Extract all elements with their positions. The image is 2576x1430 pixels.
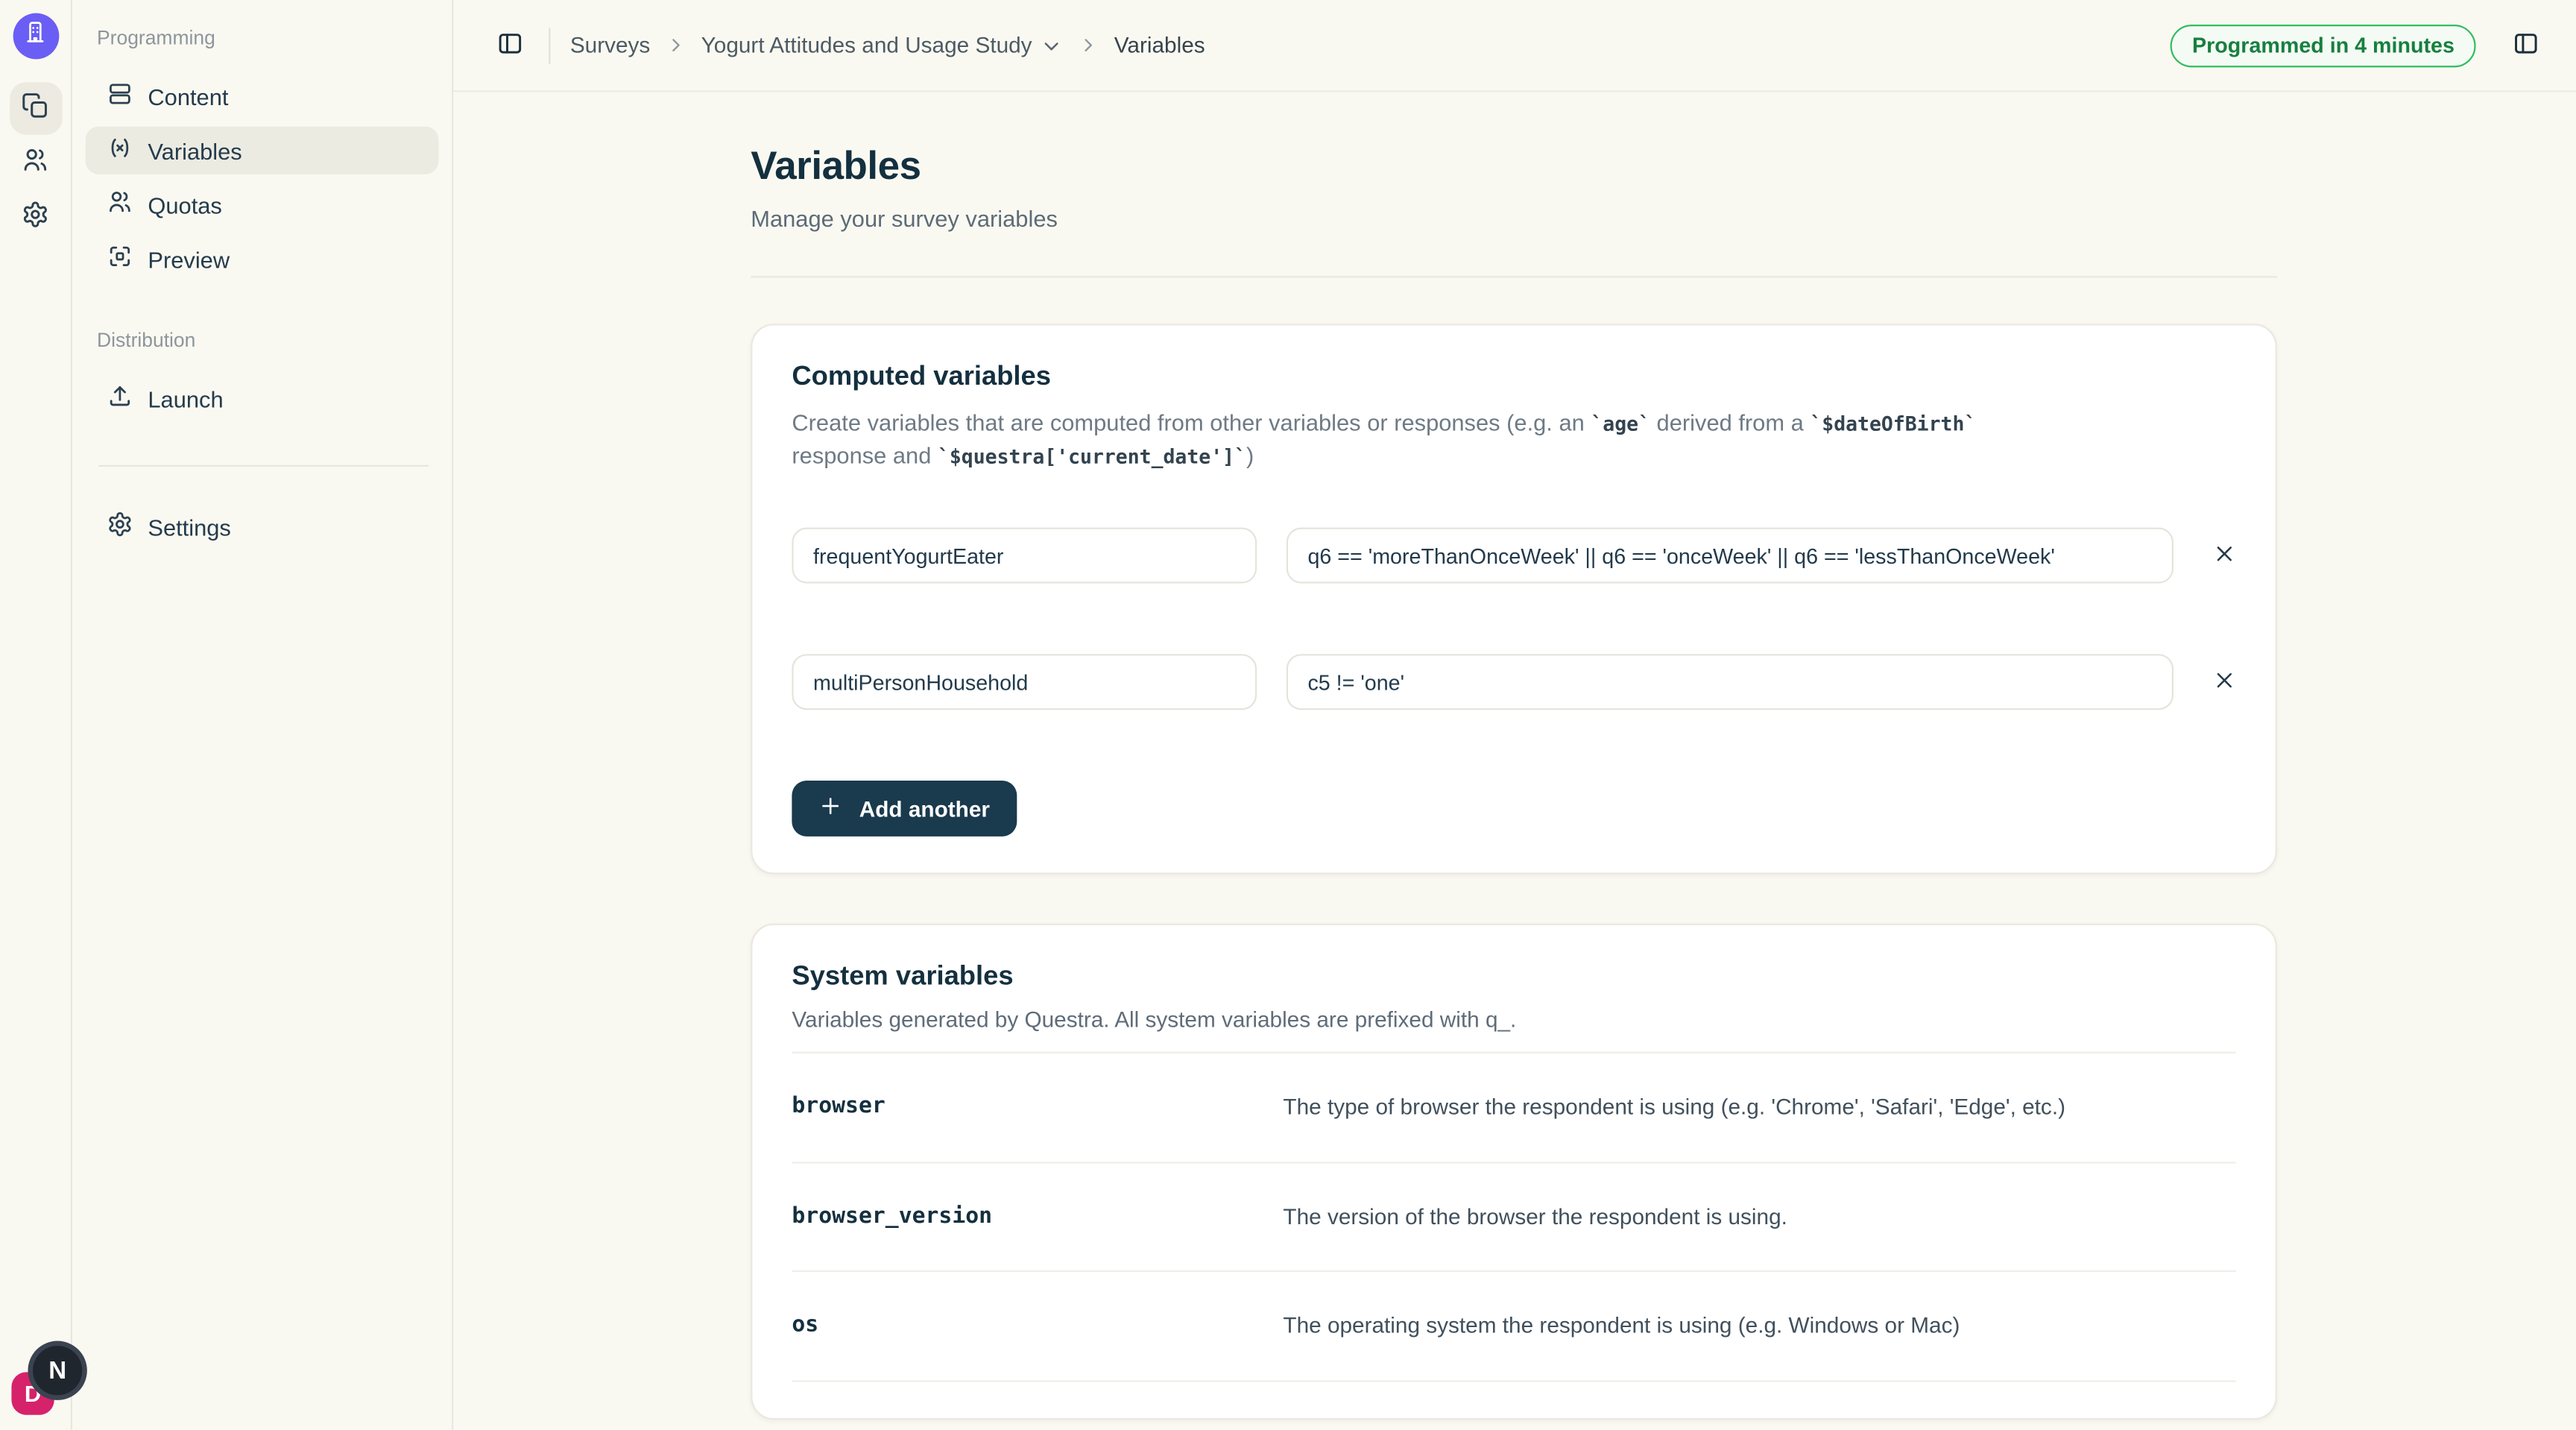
copy-icon xyxy=(22,92,49,125)
building-icon xyxy=(23,19,48,52)
sidebar-item-quotas[interactable]: Quotas xyxy=(86,180,439,228)
header-divider xyxy=(549,27,550,63)
add-another-label: Add another xyxy=(859,796,990,821)
system-variable-description: The version of the browser the responden… xyxy=(1283,1203,1787,1232)
remove-variable-button[interactable] xyxy=(2203,661,2246,703)
panel-left-icon xyxy=(496,29,523,62)
variable-expression-input[interactable] xyxy=(1287,655,2174,711)
computed-variable-rows xyxy=(792,528,2235,711)
sidebar-item-label: Variables xyxy=(148,137,242,163)
system-variables-card: System variables Variables generated by … xyxy=(751,924,2277,1420)
main-content: Variables Manage your survey variables C… xyxy=(453,92,2576,1429)
close-icon xyxy=(2213,542,2236,570)
sidebar-section-programming: Programming xyxy=(86,26,439,49)
system-variable-row: browser The type of browser the responde… xyxy=(792,1052,2235,1162)
breadcrumb-study-label: Yogurt Attitudes and Usage Study xyxy=(701,33,1032,57)
gear-icon xyxy=(22,201,49,233)
system-variable-name: browser xyxy=(792,1093,1283,1119)
system-variables-subtitle: Variables generated by Questra. All syst… xyxy=(792,1008,2235,1033)
desc-text: Create variables that are computed from … xyxy=(792,409,1591,435)
panel-right-icon xyxy=(2511,29,2539,62)
sidebar-item-content[interactable]: Content xyxy=(86,72,439,120)
sidebar-item-label: Preview xyxy=(148,246,230,272)
rail-item-audience[interactable] xyxy=(9,136,62,189)
gear-icon xyxy=(107,511,133,542)
system-variable-row: os The operating system the respondent i… xyxy=(792,1270,2235,1382)
computed-variable-row xyxy=(792,528,2235,584)
avatar-n[interactable]: N xyxy=(28,1341,86,1400)
desc-code-age: `age` xyxy=(1591,412,1650,435)
sidebar-item-preview[interactable]: Preview xyxy=(86,235,439,283)
presence-avatars: D N xyxy=(0,1331,95,1429)
remove-variable-button[interactable] xyxy=(2203,535,2246,577)
sidebar-item-settings[interactable]: Settings xyxy=(86,503,439,550)
programmed-time-badge[interactable]: Programmed in 4 minutes xyxy=(2171,24,2475,66)
variable-expression-input[interactable] xyxy=(1287,528,2174,584)
org-logo[interactable] xyxy=(13,13,59,60)
variable-name-input[interactable] xyxy=(792,655,1257,711)
desc-text: derived from a xyxy=(1650,409,1810,435)
breadcrumb-surveys[interactable]: Surveys xyxy=(570,33,651,57)
computed-variables-description: Create variables that are computed from … xyxy=(792,408,2235,472)
computed-variables-title: Computed variables xyxy=(792,362,2235,393)
breadcrumb: Surveys Yogurt Attitudes and Usage Study… xyxy=(570,33,1205,57)
page-subtitle: Manage your survey variables xyxy=(751,206,2277,232)
desc-code-questra: `$questra['current_date']` xyxy=(938,444,1246,467)
sidebar-section-distribution: Distribution xyxy=(86,329,439,352)
variable-name-input[interactable] xyxy=(792,528,1257,584)
plus-icon xyxy=(818,794,843,824)
sidebar: Programming Content Variables Quotas Pre… xyxy=(72,0,453,1430)
page-divider xyxy=(751,276,2277,277)
app-root: D N Programming Content Variables Quotas… xyxy=(0,0,2576,1430)
upload-icon xyxy=(107,383,133,415)
chevron-right-icon xyxy=(665,34,686,56)
system-variables-title: System variables xyxy=(792,962,2235,993)
chevron-right-icon xyxy=(1078,34,1099,56)
close-icon xyxy=(2213,668,2236,696)
rail-item-workspace-settings[interactable] xyxy=(9,191,62,244)
right-panel-toggle-button[interactable] xyxy=(2502,22,2548,69)
page-title: Variables xyxy=(751,145,2277,191)
desc-code-dateofbirth: `$dateOfBirth` xyxy=(1810,412,1976,435)
system-variable-description: The type of browser the respondent is us… xyxy=(1283,1093,2065,1122)
rows-icon xyxy=(107,81,133,112)
add-another-button[interactable]: Add another xyxy=(792,781,1016,837)
header-right: Programmed in 4 minutes xyxy=(2171,22,2548,69)
sidebar-item-launch[interactable]: Launch xyxy=(86,375,439,423)
users-icon xyxy=(22,146,49,179)
sidebar-item-label: Settings xyxy=(148,514,231,540)
chevron-down-icon xyxy=(1041,34,1064,57)
rail-item-surveys[interactable] xyxy=(9,82,62,135)
system-variable-row: browser_version The version of the brows… xyxy=(792,1162,2235,1271)
users-icon xyxy=(107,189,133,220)
content-column: Surveys Yogurt Attitudes and Usage Study… xyxy=(453,0,2576,1430)
computed-variable-row xyxy=(792,655,2235,711)
icon-rail: D N xyxy=(0,0,72,1430)
variables-icon xyxy=(107,135,133,166)
desc-text: ) xyxy=(1246,441,1254,467)
sidebar-item-label: Content xyxy=(148,83,228,109)
sidebar-item-label: Launch xyxy=(148,385,223,412)
sidebar-item-variables[interactable]: Variables xyxy=(86,127,439,174)
sidebar-item-label: Quotas xyxy=(148,192,221,218)
desc-text: response and xyxy=(792,441,938,467)
system-variable-name: os xyxy=(792,1311,1283,1338)
system-variable-name: browser_version xyxy=(792,1203,1283,1229)
breadcrumb-study-dropdown[interactable]: Yogurt Attitudes and Usage Study xyxy=(701,33,1064,57)
system-variable-description: The operating system the respondent is u… xyxy=(1283,1311,1960,1341)
header: Surveys Yogurt Attitudes and Usage Study… xyxy=(453,0,2576,92)
breadcrumb-current: Variables xyxy=(1114,33,1205,57)
scan-icon xyxy=(107,243,133,274)
sidebar-divider xyxy=(98,465,429,467)
sidebar-toggle-button[interactable] xyxy=(486,22,532,69)
computed-variables-card: Computed variables Create variables that… xyxy=(751,324,2277,875)
